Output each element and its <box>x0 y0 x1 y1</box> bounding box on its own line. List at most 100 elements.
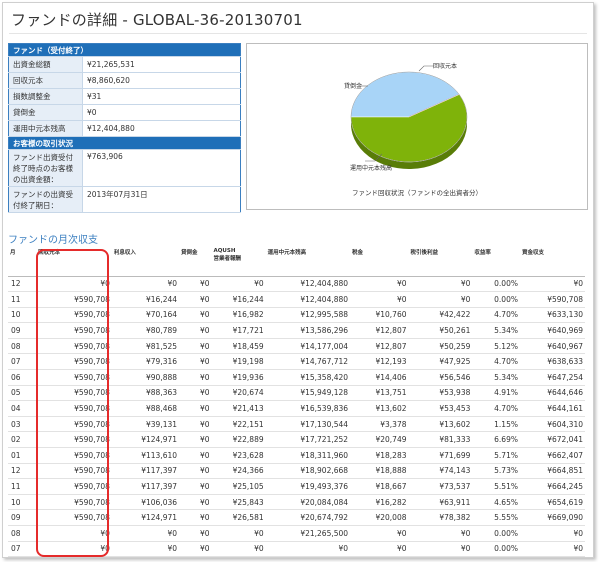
cell-yield: 1.15% <box>472 416 520 433</box>
cell-yield: 0.00% <box>472 525 520 542</box>
cell-balance: ¥17,721,252 <box>265 431 351 449</box>
table-row: 09 ¥590,708 ¥124,971 ¥0 ¥26,581 ¥20,674,792 ¥2… <box>8 509 585 526</box>
cell-yield: 4.70% <box>472 400 520 417</box>
cell-principal: ¥0 <box>36 276 112 293</box>
cell-month: 07 <box>8 541 37 558</box>
cell-default: ¥0 <box>179 494 212 511</box>
cell-interest: ¥88,468 <box>111 400 180 417</box>
cell-interest: ¥0 <box>111 525 180 542</box>
cell-balance: ¥0 <box>265 541 351 558</box>
chart-caption: ファンド回収状況（ファンドの全出資者分） <box>352 189 482 197</box>
cell-tax: ¥12,807 <box>350 322 409 339</box>
cell-aqush: ¥20,674 <box>211 385 266 402</box>
cell-tax: ¥13,751 <box>350 385 409 402</box>
table-row: 07 ¥0 ¥0 ¥0 ¥0 ¥0 ¥0 ¥0 0.00% ¥0 <box>8 541 585 558</box>
cell-aqush: ¥19,936 <box>211 369 266 386</box>
cell-cash: ¥640,969 <box>519 322 585 339</box>
cell-after-tax: ¥74,143 <box>408 463 473 480</box>
cell-month: 09 <box>8 509 37 526</box>
cell-yield: 5.12% <box>472 338 520 355</box>
cell-month: 01 <box>8 447 37 464</box>
cell-yield: 4.70% <box>472 353 520 371</box>
cell-aqush: ¥23,628 <box>211 447 266 464</box>
customer-label: ファンド出資受付終了時点のお客様の出資金額： <box>8 149 83 187</box>
cell-interest: ¥117,397 <box>111 478 180 495</box>
cell-default: ¥0 <box>179 463 212 480</box>
table-row: 07 ¥590,708 ¥79,316 ¥0 ¥19,198 ¥14,767,712 ¥12… <box>8 353 585 371</box>
cell-default: ¥0 <box>179 431 212 449</box>
cell-interest: ¥88,363 <box>111 385 180 402</box>
cell-balance: ¥21,265,500 <box>265 525 351 542</box>
cell-cash: ¥0 <box>519 276 585 293</box>
table-row: 08 ¥590,708 ¥81,525 ¥0 ¥18,459 ¥14,177,004 ¥12… <box>8 338 585 355</box>
cell-month: 11 <box>8 291 37 308</box>
cell-aqush: ¥16,982 <box>211 307 266 324</box>
cell-principal: ¥590,708 <box>36 447 112 464</box>
cell-tax: ¥12,807 <box>350 338 409 355</box>
table-row: 08 ¥0 ¥0 ¥0 ¥0 ¥21,265,500 ¥0 ¥0 0.00% ¥0 <box>8 525 585 542</box>
cell-tax: ¥13,602 <box>350 400 409 417</box>
cell-interest: ¥113,610 <box>111 447 180 464</box>
cell-tax: ¥0 <box>350 291 409 308</box>
col-month: 月 <box>8 246 37 277</box>
fund-recovery-chart: 回収元本 貸倒金 運用中元本残高 ファンド回収状況（ファンドの全出資者分） <box>246 43 588 210</box>
cell-principal: ¥590,708 <box>36 385 112 402</box>
cell-tax: ¥0 <box>350 525 409 542</box>
col-after-tax: 税引後利益 <box>408 246 473 277</box>
col-interest: 利息収入 <box>111 246 180 277</box>
cell-principal: ¥0 <box>36 525 112 542</box>
cell-after-tax: ¥47,925 <box>408 353 473 371</box>
cell-cash: ¥590,708 <box>519 291 585 308</box>
cell-default: ¥0 <box>179 338 212 355</box>
table-row: 10 ¥590,708 ¥106,036 ¥0 ¥25,843 ¥20,084,084 ¥1… <box>8 494 585 511</box>
leader-line <box>418 65 434 72</box>
cell-yield: 0.00% <box>472 276 520 293</box>
cell-default: ¥0 <box>179 369 212 386</box>
col-aqush-line1: AQUSH <box>213 248 236 254</box>
info-label: 運用中元本残高 <box>8 120 83 137</box>
cell-cash: ¥644,646 <box>519 385 585 402</box>
cell-after-tax: ¥81,333 <box>408 431 473 449</box>
cell-principal: ¥590,708 <box>36 307 112 324</box>
col-aqush-line2: 営業者報酬 <box>213 256 241 262</box>
cell-after-tax: ¥13,602 <box>408 416 473 433</box>
cell-aqush: ¥17,721 <box>211 322 266 339</box>
col-yield: 収益率 <box>472 246 520 277</box>
cell-aqush: ¥25,843 <box>211 494 266 511</box>
cell-aqush: ¥26,581 <box>211 509 266 526</box>
cell-yield: 4.91% <box>472 385 520 402</box>
customer-value: 2013年07月31日 <box>82 186 241 213</box>
cell-balance: ¥20,674,792 <box>265 509 351 526</box>
cell-cash: ¥662,407 <box>519 447 585 464</box>
cell-tax: ¥16,282 <box>350 494 409 511</box>
cell-principal: ¥590,708 <box>36 494 112 511</box>
cell-aqush: ¥22,151 <box>211 416 266 433</box>
cell-interest: ¥39,131 <box>111 416 180 433</box>
legend-label-recovered: 回収元本 <box>433 63 458 70</box>
table-row: 11 ¥590,708 ¥117,397 ¥0 ¥25,105 ¥19,493,376 ¥1… <box>8 478 585 495</box>
cell-balance: ¥16,539,836 <box>265 400 351 417</box>
cell-principal: ¥590,708 <box>36 509 112 526</box>
cell-cash: ¥647,254 <box>519 369 585 386</box>
cell-yield: 5.51% <box>472 478 520 495</box>
cell-yield: 6.69% <box>472 431 520 449</box>
cell-yield: 0.00% <box>472 291 520 308</box>
cell-principal: ¥590,708 <box>36 369 112 386</box>
table-row: 04 ¥590,708 ¥88,468 ¥0 ¥21,413 ¥16,539,836 ¥13… <box>8 400 585 417</box>
cell-default: ¥0 <box>179 276 212 293</box>
table-row: 11 ¥590,708 ¥16,244 ¥0 ¥16,244 ¥12,404,880 ¥0 ¥… <box>8 291 585 308</box>
cell-interest: ¥124,971 <box>111 431 180 449</box>
cell-tax: ¥18,283 <box>350 447 409 464</box>
cell-tax: ¥20,008 <box>350 509 409 526</box>
cell-balance: ¥20,084,084 <box>265 494 351 511</box>
cell-yield: 5.73% <box>472 463 520 480</box>
cell-interest: ¥79,316 <box>111 353 180 371</box>
cell-interest: ¥0 <box>111 276 180 293</box>
table-row: 02 ¥590,708 ¥124,971 ¥0 ¥22,889 ¥17,721,252 ¥2… <box>8 431 585 449</box>
cell-aqush: ¥0 <box>211 541 266 558</box>
cell-yield: 5.55% <box>472 509 520 526</box>
cell-cash: ¥664,851 <box>519 463 585 480</box>
cell-aqush: ¥21,413 <box>211 400 266 417</box>
col-aqush: AQUSH 営業者報酬 <box>211 246 266 277</box>
cell-principal: ¥590,708 <box>36 431 112 449</box>
